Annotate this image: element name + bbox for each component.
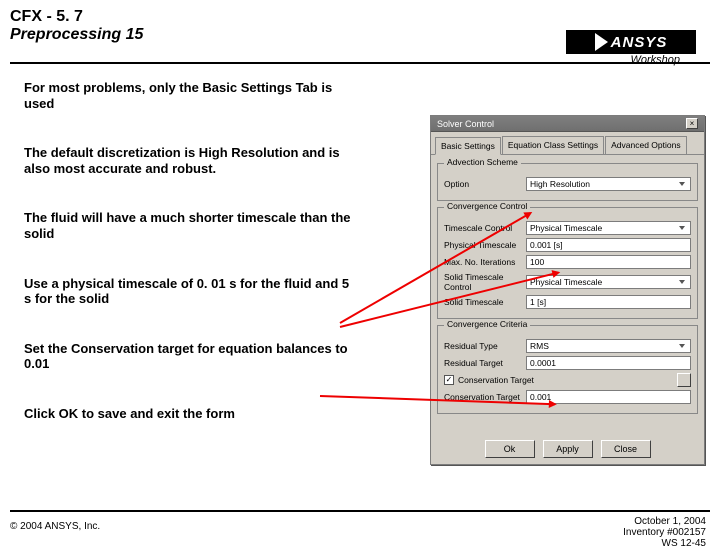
slide-footer: © 2004 ANSYS, Inc. October 1, 2004 Inven…: [10, 510, 710, 534]
tab-equation-class[interactable]: Equation Class Settings: [502, 136, 604, 154]
conservation-expand-button[interactable]: [677, 373, 691, 387]
slide-header: CFX - 5. 7 Preprocessing 15 ANSYS: [10, 8, 710, 64]
close-icon[interactable]: ×: [686, 118, 698, 129]
physical-timescale-input[interactable]: 0.001 [s]: [526, 238, 691, 252]
solid-timescale-input[interactable]: 1 [s]: [526, 295, 691, 309]
max-iterations-input[interactable]: 100: [526, 255, 691, 269]
ansys-logo: ANSYS: [566, 30, 696, 54]
ok-button[interactable]: Ok: [485, 440, 535, 458]
tab-advanced-options[interactable]: Advanced Options: [605, 136, 686, 154]
workshop-label: Workshop: [630, 54, 680, 66]
solver-control-dialog: Solver Control × Basic Settings Equation…: [430, 115, 705, 465]
timescale-control-label: Timescale Control: [444, 223, 526, 233]
timescale-control-combo[interactable]: Physical Timescale: [526, 221, 691, 235]
slide-title-line1: CFX - 5. 7: [10, 8, 710, 26]
dialog-titlebar: Solver Control ×: [431, 116, 704, 132]
bullet-2: The default discretization is High Resol…: [24, 145, 354, 176]
advection-option-combo[interactable]: High Resolution: [526, 177, 691, 191]
residual-type-label: Residual Type: [444, 341, 526, 351]
copyright: © 2004 ANSYS, Inc.: [10, 521, 100, 532]
tab-basic-settings[interactable]: Basic Settings: [435, 137, 501, 155]
bullet-4: Use a physical timescale of 0. 01 s for …: [24, 276, 354, 307]
conservation-target-checkbox[interactable]: ✓: [444, 375, 454, 385]
bullet-5: Set the Conservation target for equation…: [24, 341, 354, 372]
physical-timescale-label: Physical Timescale: [444, 240, 526, 250]
footer-date: October 1, 2004: [623, 516, 706, 527]
dialog-tabs: Basic Settings Equation Class Settings A…: [431, 132, 704, 155]
convergence-control-label: Convergence Control: [444, 201, 530, 211]
advection-scheme-label: Advection Scheme: [444, 157, 521, 167]
solid-timescale-control-combo[interactable]: Physical Timescale: [526, 275, 691, 289]
option-label: Option: [444, 179, 526, 189]
residual-type-combo[interactable]: RMS: [526, 339, 691, 353]
dialog-button-bar: Ok Apply Close: [431, 440, 704, 458]
bullet-3: The fluid will have a much shorter times…: [24, 210, 354, 241]
footer-right: October 1, 2004 Inventory #002157 WS 12-…: [623, 516, 706, 549]
residual-target-input[interactable]: 0.0001: [526, 356, 691, 370]
conservation-target-check-label: Conservation Target: [458, 375, 534, 385]
dialog-title: Solver Control: [437, 119, 494, 129]
close-button[interactable]: Close: [601, 440, 651, 458]
logo-text: ANSYS: [611, 34, 668, 51]
slide-body-text: For most problems, only the Basic Settin…: [24, 80, 354, 456]
logo-triangle-icon: [595, 33, 608, 51]
bullet-1: For most problems, only the Basic Settin…: [24, 80, 354, 111]
max-iterations-label: Max. No. Iterations: [444, 257, 526, 267]
residual-target-label: Residual Target: [444, 358, 526, 368]
apply-button[interactable]: Apply: [543, 440, 593, 458]
convergence-criteria-label: Convergence Criteria: [444, 319, 530, 329]
advection-scheme-group: Advection Scheme Option High Resolution: [437, 163, 698, 201]
dialog-panel: Advection Scheme Option High Resolution …: [431, 155, 704, 424]
bullet-6: Click OK to save and exit the form: [24, 406, 354, 422]
convergence-control-group: Convergence Control Timescale Control Ph…: [437, 207, 698, 319]
footer-inventory: Inventory #002157: [623, 527, 706, 538]
